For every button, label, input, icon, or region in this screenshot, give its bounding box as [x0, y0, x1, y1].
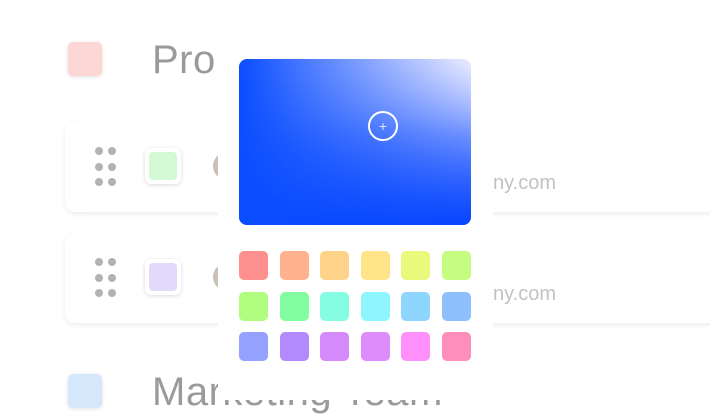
color-gradient-fill [239, 59, 471, 225]
row-color-fill [149, 263, 177, 291]
color-picker-popover: + [218, 40, 493, 400]
color-swatch[interactable] [401, 251, 431, 280]
member-email: ny.com [493, 172, 556, 194]
group-color-fill [68, 42, 102, 76]
color-swatch[interactable] [401, 332, 431, 361]
color-swatch[interactable] [279, 332, 309, 361]
color-swatch[interactable] [239, 291, 268, 321]
color-swatch[interactable] [360, 251, 390, 280]
color-gradient-area[interactable]: + [239, 59, 471, 225]
color-cursor-handle[interactable]: + [368, 111, 398, 141]
group-color-swatch[interactable] [68, 42, 102, 76]
color-swatch[interactable] [320, 291, 350, 321]
crosshair-icon: + [378, 118, 388, 134]
group-color-swatch[interactable] [68, 374, 102, 408]
color-swatch[interactable] [279, 291, 309, 321]
color-swatch[interactable] [401, 291, 431, 321]
color-swatch[interactable] [320, 251, 350, 280]
member-email: ny.com [493, 283, 556, 305]
color-swatch[interactable] [442, 251, 471, 280]
color-swatch[interactable] [239, 251, 268, 280]
group-color-fill [68, 374, 102, 408]
color-swatch[interactable] [360, 332, 390, 361]
row-color-fill [149, 152, 177, 180]
row-color-swatch[interactable] [145, 148, 181, 184]
color-swatch[interactable] [442, 291, 471, 321]
color-swatch[interactable] [320, 332, 350, 361]
row-color-swatch[interactable] [145, 259, 181, 295]
color-swatch[interactable] [239, 332, 268, 361]
drag-handle-icon[interactable] [95, 147, 119, 187]
color-swatch[interactable] [442, 332, 471, 361]
color-swatch[interactable] [360, 291, 390, 321]
drag-handle-icon[interactable] [95, 258, 119, 298]
group-title: Pro [152, 38, 216, 82]
color-swatch[interactable] [279, 251, 309, 280]
